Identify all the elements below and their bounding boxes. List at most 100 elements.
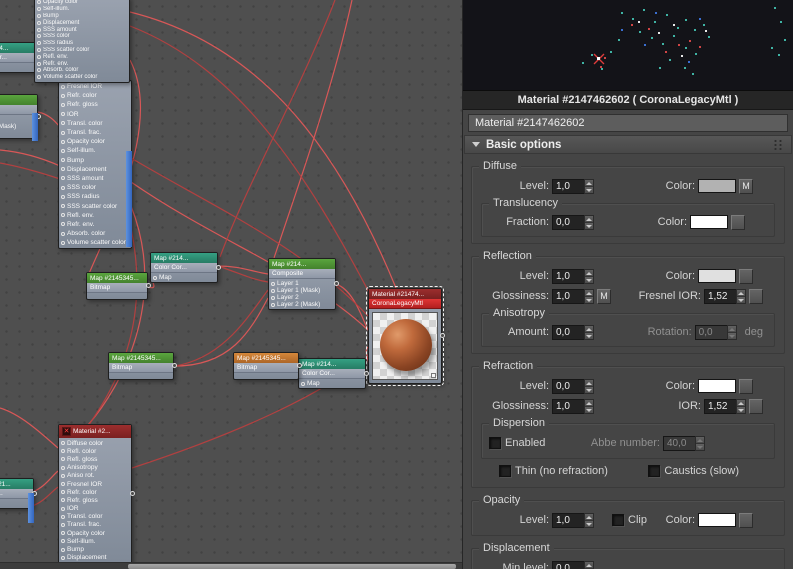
- input-pin-icon[interactable]: [37, 54, 41, 59]
- node-title-bar[interactable]: ✕ Material #2...: [59, 425, 131, 438]
- input-pin-icon[interactable]: [61, 473, 65, 478]
- node-composite-left[interactable]: Map #21...CompositeLayer 1Layer 1 (Mask)…: [0, 94, 41, 141]
- spinner-down-button[interactable]: [737, 406, 745, 413]
- output-pin-icon[interactable]: [364, 370, 369, 376]
- spinner-down-button[interactable]: [585, 406, 593, 413]
- spinner-up-button[interactable]: [585, 399, 593, 407]
- clip-checkbox[interactable]: [612, 514, 624, 526]
- fresnel-ior-spinner[interactable]: 1,52: [704, 288, 746, 304]
- node-slot[interactable]: Transl. color: [59, 119, 131, 128]
- material-name-field[interactable]: Material #2147462602: [468, 114, 788, 132]
- node-slot[interactable]: Refr. color: [59, 91, 131, 100]
- input-pin-icon[interactable]: [37, 20, 41, 25]
- diffuse-color-map-button[interactable]: M: [739, 178, 753, 194]
- spinner-value[interactable]: 1,52: [704, 288, 736, 304]
- input-pin-icon[interactable]: [61, 457, 65, 462]
- input-pin-icon[interactable]: [61, 498, 65, 503]
- rollout-drag-grip-icon[interactable]: [773, 138, 784, 151]
- input-pin-icon[interactable]: [61, 222, 65, 227]
- node-slot[interactable]: Self-illum.: [59, 146, 131, 155]
- spinner-value[interactable]: 0,0: [552, 378, 584, 394]
- spinner-down-button[interactable]: [585, 222, 593, 229]
- input-pin-icon[interactable]: [61, 506, 65, 511]
- node-slot[interactable]: Map: [299, 380, 365, 387]
- spinner-up-button[interactable]: [737, 289, 745, 297]
- glossiness-map-button[interactable]: M: [597, 288, 611, 304]
- node-slot[interactable]: Opacity color: [59, 529, 131, 537]
- input-pin-icon[interactable]: [61, 522, 65, 527]
- input-pin-icon[interactable]: [301, 381, 305, 386]
- input-pin-icon[interactable]: [271, 288, 275, 293]
- node-slot[interactable]: Anisotropy: [59, 464, 131, 472]
- node-slot[interactable]: SSS scatter color: [59, 201, 131, 210]
- node-bitmap-c[interactable]: Map #2145345... Bitmap: [233, 352, 302, 380]
- node-bitmap-b[interactable]: Map #2145345... Bitmap: [108, 352, 177, 380]
- input-pin-icon[interactable]: [61, 547, 65, 552]
- node-slot[interactable]: Refl. gloss: [59, 455, 131, 463]
- node-slot[interactable]: SSS radius: [59, 192, 131, 201]
- viewport-3d[interactable]: [463, 0, 793, 90]
- translucency-fraction-spinner[interactable]: 0,0: [552, 214, 594, 230]
- input-pin-icon[interactable]: [37, 7, 41, 12]
- node-slot[interactable]: Layer 2 (Mask): [269, 301, 335, 308]
- input-pin-icon[interactable]: [37, 27, 41, 32]
- input-pin-icon[interactable]: [61, 449, 65, 454]
- refraction-level-spinner[interactable]: 0,0: [552, 378, 594, 394]
- node-slot[interactable]: Layer 1 (Mask): [269, 287, 335, 294]
- translucency-color-swatch[interactable]: [690, 215, 728, 229]
- node-slot[interactable]: Refr. env.: [59, 220, 131, 229]
- spinner-value[interactable]: 1,0: [552, 268, 584, 284]
- spinner-down-button[interactable]: [585, 520, 593, 527]
- node-slot[interactable]: Absorb. color: [35, 67, 129, 74]
- input-pin-icon[interactable]: [61, 204, 65, 209]
- spinner-down-button[interactable]: [585, 296, 593, 303]
- input-pin-icon[interactable]: [153, 275, 157, 280]
- node-slot[interactable]: Transl. frac.: [59, 521, 131, 529]
- input-pin-icon[interactable]: [61, 176, 65, 181]
- diffuse-level-spinner[interactable]: 1,0: [552, 178, 594, 194]
- reflection-color-map-button[interactable]: [739, 268, 753, 284]
- output-pin-icon[interactable]: [334, 281, 339, 286]
- node-slot[interactable]: SSS scatter color: [35, 47, 129, 54]
- node-mtl-bottom[interactable]: ✕ Material #2... Diffuse color Refl. color R…: [58, 424, 135, 564]
- spinner-up-button[interactable]: [585, 269, 593, 277]
- output-pin-icon[interactable]: [130, 490, 135, 496]
- node-cc-mid[interactable]: Map #214... Color Cor... Map: [150, 252, 221, 283]
- output-pin-icon[interactable]: [172, 363, 177, 368]
- node-slot[interactable]: Aniso rot.: [59, 472, 131, 480]
- rollout-basic-options[interactable]: Basic options: [464, 135, 792, 154]
- diffuse-color-swatch[interactable]: [698, 179, 736, 193]
- reflection-glossiness-spinner[interactable]: 1,0: [552, 288, 594, 304]
- opacity-level-spinner[interactable]: 1,0: [552, 512, 594, 528]
- translucency-color-map-button[interactable]: [731, 214, 745, 230]
- node-slot[interactable]: Refl. env.: [35, 53, 129, 60]
- input-pin-icon[interactable]: [61, 93, 65, 98]
- node-slot[interactable]: Fresnel IOR: [59, 82, 131, 91]
- node-slot[interactable]: Refl. env.: [59, 211, 131, 220]
- output-pin-icon[interactable]: [216, 264, 221, 270]
- input-pin-icon[interactable]: [61, 441, 65, 446]
- input-pin-icon[interactable]: [61, 490, 65, 495]
- node-slot[interactable]: Volume scatter color: [35, 74, 129, 81]
- input-pin-icon[interactable]: [61, 121, 65, 126]
- node-slot[interactable]: SSS color: [35, 33, 129, 40]
- input-pin-icon[interactable]: [61, 555, 65, 560]
- node-slot[interactable]: Displacement: [59, 165, 131, 174]
- input-pin-icon[interactable]: [37, 75, 41, 80]
- spinner-value[interactable]: 1,0: [552, 288, 584, 304]
- node-slot[interactable]: Bump: [35, 13, 129, 20]
- input-pin-icon[interactable]: [61, 139, 65, 144]
- input-pin-icon[interactable]: [61, 167, 65, 172]
- node-slot[interactable]: Refr. env.: [35, 60, 129, 67]
- opacity-color-map-button[interactable]: [739, 512, 753, 528]
- input-pin-icon[interactable]: [37, 34, 41, 39]
- input-pin-icon[interactable]: [61, 531, 65, 536]
- reflection-level-spinner[interactable]: 1,0: [552, 268, 594, 284]
- collapse-arrow-icon[interactable]: [472, 142, 480, 147]
- node-title-bar[interactable]: Map #214...: [151, 253, 217, 263]
- thin-checkbox[interactable]: [499, 465, 511, 477]
- input-pin-icon[interactable]: [37, 0, 41, 5]
- node-graph-view[interactable]: Opacity color Self-illum. Bump Displacement…: [0, 0, 462, 569]
- anisotropy-amount-spinner[interactable]: 0,0: [552, 324, 594, 340]
- preview-resize-grip[interactable]: [431, 373, 436, 378]
